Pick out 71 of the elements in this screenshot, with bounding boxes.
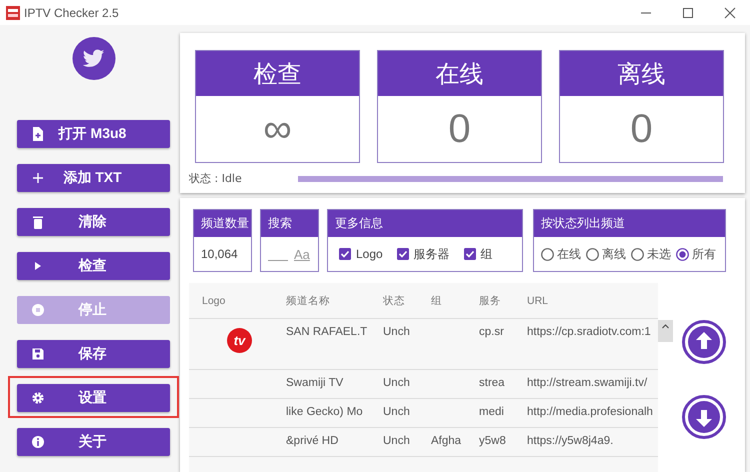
scroll-bottom-button[interactable] xyxy=(682,395,726,439)
table-cell: http://media.profesionalh xyxy=(527,406,653,418)
channel-logo: tv xyxy=(227,328,252,353)
table-cell: Afgha xyxy=(431,435,462,447)
sidebar-button[interactable]: 关于 xyxy=(17,428,170,456)
radio-label: 在线 xyxy=(557,246,581,262)
stat-title: 检查 xyxy=(196,51,359,96)
checkbox-label: 服务器 xyxy=(414,246,450,262)
table-cell: y5w8 xyxy=(479,435,506,447)
scroll-up-icon[interactable] xyxy=(658,320,673,342)
column-header: 频道名称 xyxy=(286,294,331,308)
radio-button[interactable] xyxy=(676,248,689,260)
radio-label: 所有 xyxy=(692,246,716,262)
radio-button[interactable] xyxy=(541,248,554,260)
sidebar-button[interactable]: 检查 xyxy=(17,252,170,280)
table-cell: Unch xyxy=(383,326,410,338)
table-cell: Unch xyxy=(383,377,410,389)
app-icon xyxy=(6,6,20,20)
status-text: 状态 : Idle xyxy=(189,171,243,186)
close-icon[interactable] xyxy=(724,6,736,18)
panel-title: 更多信息 xyxy=(328,210,522,237)
sidebar-button[interactable]: 添加 TXT xyxy=(17,164,170,192)
table-cell: strea xyxy=(479,377,505,389)
stat-value: ∞ xyxy=(262,106,293,152)
scroll-top-button[interactable] xyxy=(682,320,726,364)
stat-title: 在线 xyxy=(378,51,541,96)
panel-title: 搜索 xyxy=(261,210,318,237)
maximize-icon[interactable] xyxy=(682,6,694,18)
plus-icon xyxy=(31,171,45,185)
radio-button[interactable] xyxy=(586,248,599,260)
column-header: 服务 xyxy=(479,294,502,308)
table-cell: SAN RAFAEL.T xyxy=(286,326,368,338)
table-cell: like Gecko) Mo xyxy=(286,406,363,418)
table-cell: Unch xyxy=(383,406,410,418)
table-cell: https://cp.sradiotv.com:1 xyxy=(527,326,651,338)
save-icon xyxy=(31,347,45,361)
column-header: 组 xyxy=(431,294,443,308)
file-icon xyxy=(31,127,45,141)
table-cell: Swamiji TV xyxy=(286,377,344,389)
table-cell: https://y5w8j4a9. xyxy=(527,435,614,447)
info-icon xyxy=(31,435,45,449)
sidebar-button[interactable]: 打开 M3u8 xyxy=(17,120,170,148)
radio-label: 未选 xyxy=(647,246,671,262)
checkbox-label: 组 xyxy=(480,246,493,262)
column-header: Logo xyxy=(201,294,226,306)
checkbox[interactable] xyxy=(396,248,409,260)
panel-title: 按状态列出频道 xyxy=(534,210,725,237)
stat-title: 离线 xyxy=(560,51,723,96)
checkbox-label: Logo xyxy=(356,247,383,261)
checkbox[interactable] xyxy=(464,248,476,260)
column-header: 状态 xyxy=(383,294,406,308)
stat-value: 0 xyxy=(447,106,472,152)
table-cell: medi xyxy=(479,406,504,418)
column-header: URL xyxy=(527,294,550,306)
radio-button[interactable] xyxy=(631,248,644,260)
trash-icon xyxy=(31,215,45,229)
panel-title: 频道数量 xyxy=(194,210,251,237)
sidebar-button[interactable]: 设置 xyxy=(17,384,170,412)
checkbox[interactable] xyxy=(339,248,351,260)
table-cell: Unch xyxy=(383,435,410,447)
stat-value: 0 xyxy=(629,106,654,152)
sidebar-button[interactable]: 清除 xyxy=(17,208,170,236)
table-cell: cp.sr xyxy=(479,326,504,338)
radio-label: 离线 xyxy=(602,246,626,262)
channel-count: 10,064 xyxy=(201,247,238,261)
sidebar-button[interactable]: 保存 xyxy=(17,340,170,368)
table-cell: http://stream.swamiji.tv/ xyxy=(527,377,648,389)
settings-icon xyxy=(31,391,45,405)
window-title: IPTV Checker 2.5 xyxy=(24,6,119,20)
table-cell: &privé HD xyxy=(286,435,338,447)
stop-icon xyxy=(31,303,45,317)
